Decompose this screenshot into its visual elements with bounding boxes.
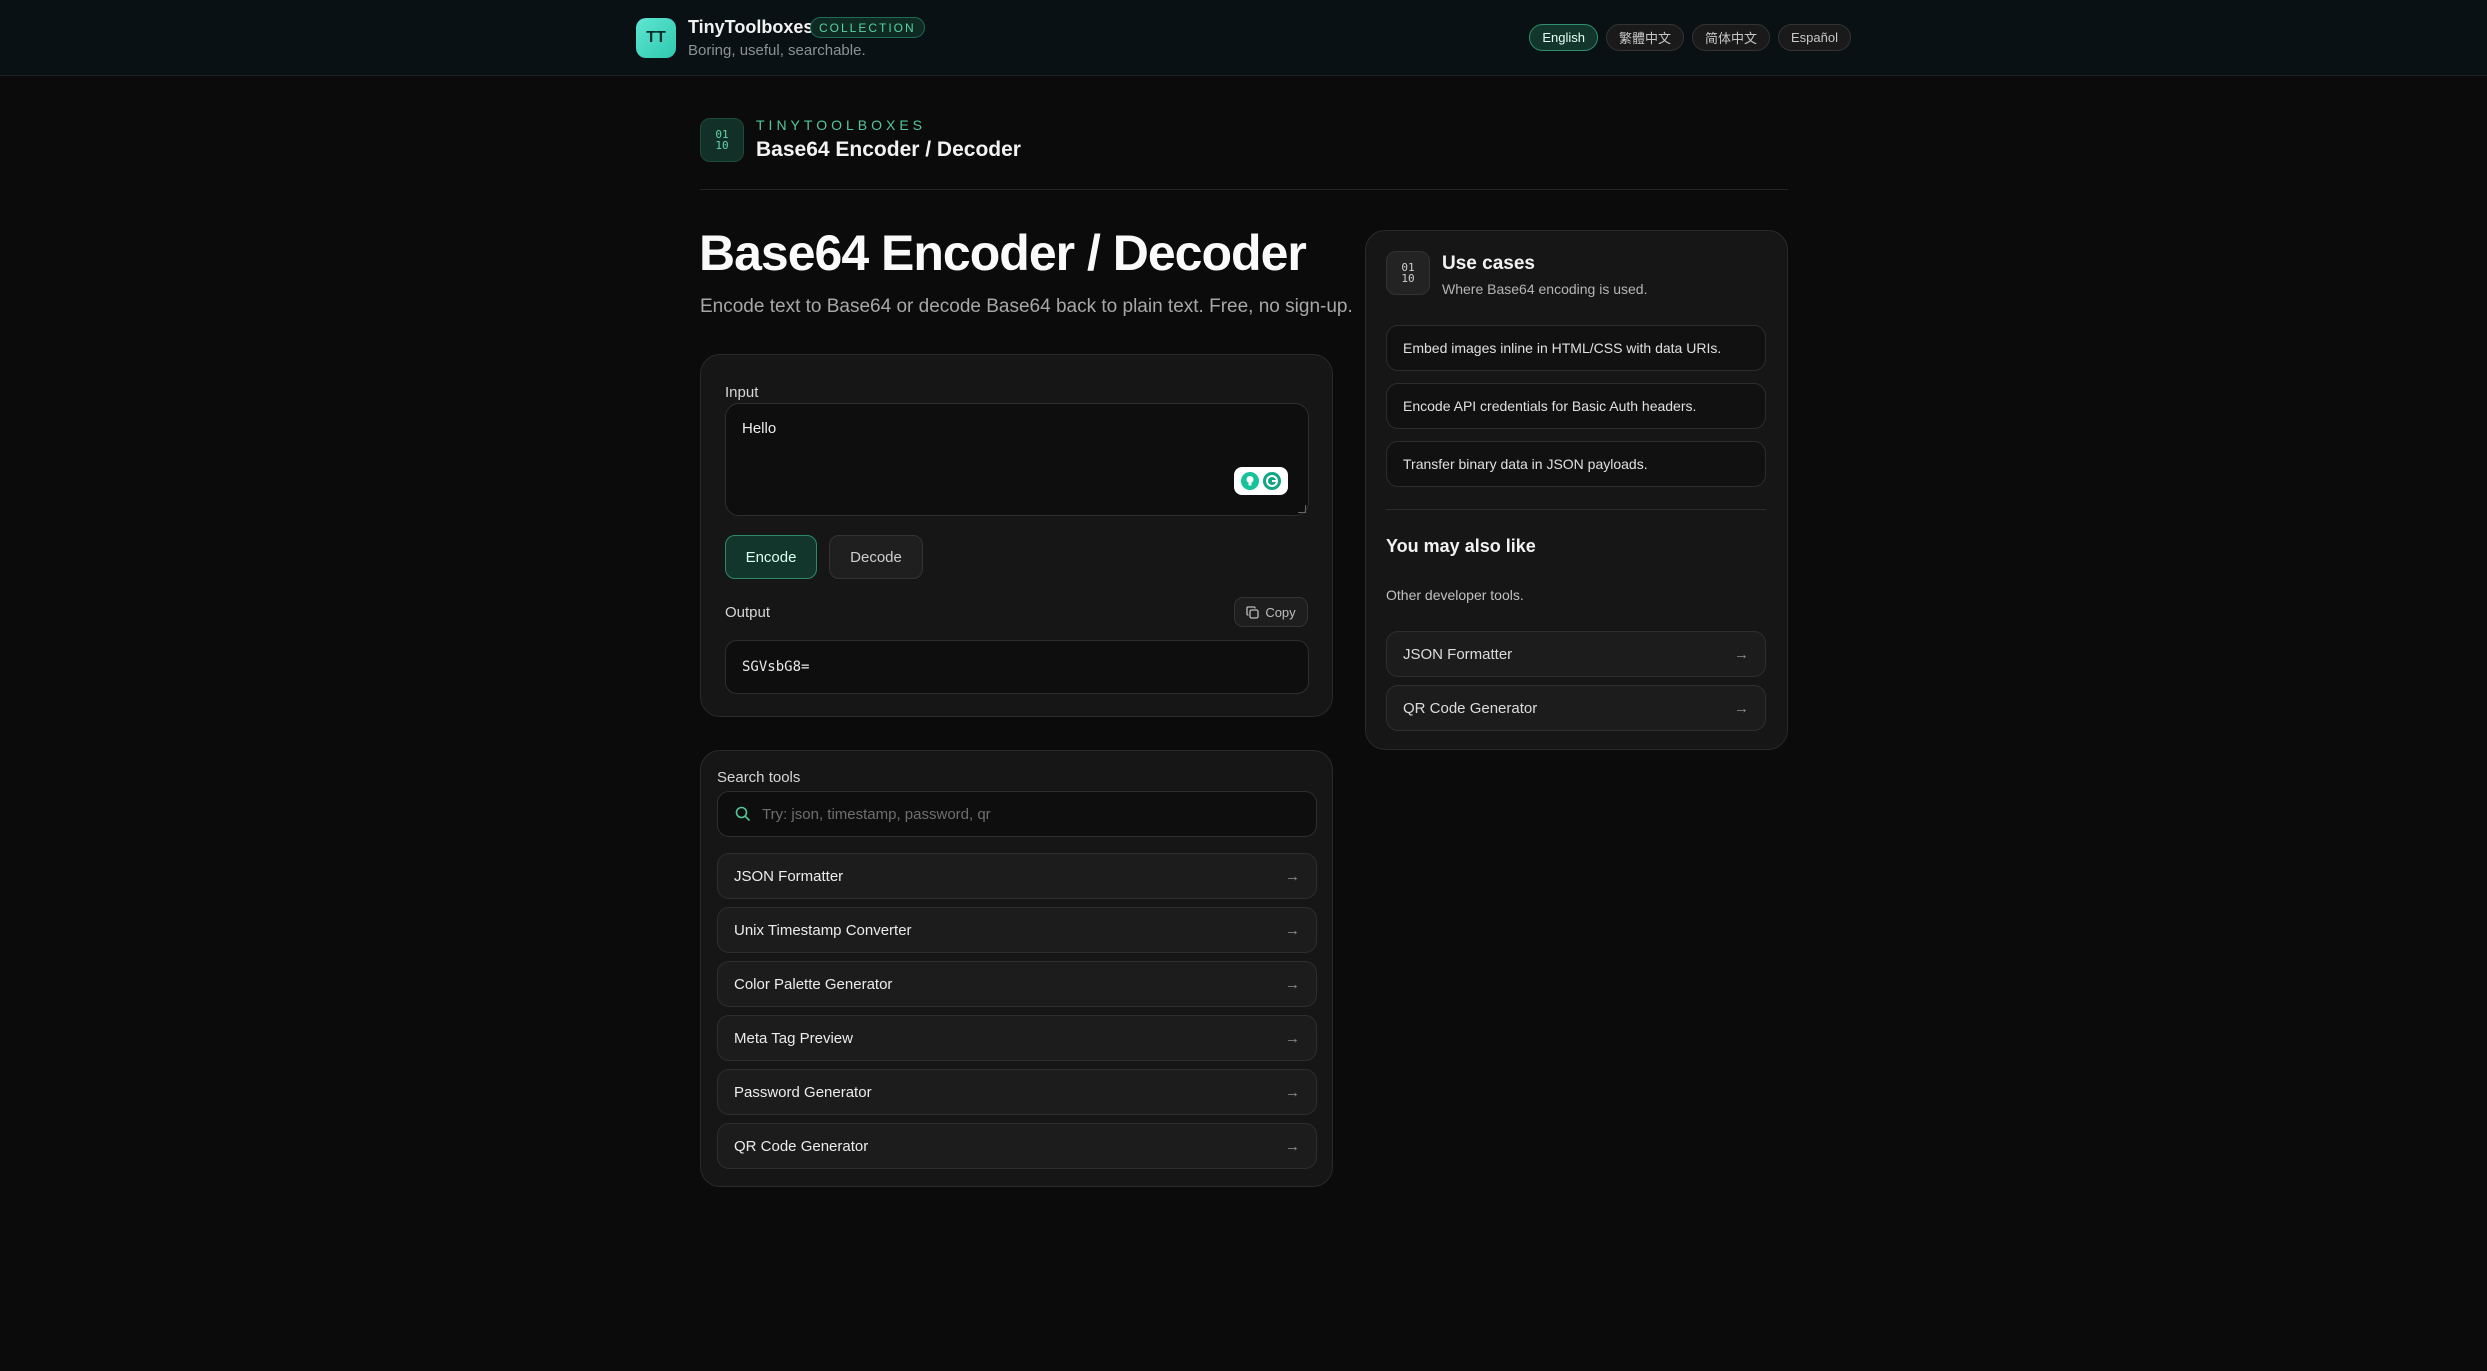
input-label: Input bbox=[725, 384, 759, 401]
search-icon bbox=[735, 806, 750, 821]
related-tool-label: QR Code Generator bbox=[1403, 699, 1538, 717]
use-cases-title: Use cases bbox=[1442, 253, 1535, 274]
header-divider bbox=[700, 189, 1788, 190]
copy-label: Copy bbox=[1265, 604, 1296, 620]
brand-logo[interactable]: TT bbox=[636, 18, 676, 58]
encoder-tool-card: Input Hello Encode Decode Output Copy SG… bbox=[700, 354, 1333, 717]
tool-item-label: Meta Tag Preview bbox=[734, 1029, 853, 1047]
input-textarea[interactable]: Hello bbox=[725, 403, 1309, 516]
copy-button[interactable]: Copy bbox=[1234, 597, 1308, 627]
breadcrumb-kicker[interactable]: TINYTOOLBOXES bbox=[756, 117, 926, 133]
tool-item-label: Password Generator bbox=[734, 1083, 872, 1101]
tool-list-item[interactable]: Unix Timestamp Converter → bbox=[717, 907, 1317, 953]
decode-button[interactable]: Decode bbox=[829, 535, 923, 579]
lang-spanish-button[interactable]: Español bbox=[1778, 24, 1851, 51]
language-switcher: English 繁體中文 简体中文 Español bbox=[1529, 24, 1851, 51]
grammarly-widget[interactable] bbox=[1234, 467, 1288, 495]
tool-list-item[interactable]: JSON Formatter → bbox=[717, 853, 1317, 899]
sidebar-divider bbox=[1386, 509, 1766, 510]
binary-icon: 01 10 bbox=[700, 118, 744, 162]
arrow-right-icon: → bbox=[1285, 867, 1300, 885]
output-label: Output bbox=[725, 604, 771, 621]
lang-english-button[interactable]: English bbox=[1529, 24, 1598, 51]
also-like-subtitle: Other developer tools. bbox=[1386, 587, 1524, 603]
related-tool-link[interactable]: QR Code Generator → bbox=[1386, 685, 1766, 731]
tool-list-item[interactable]: Color Palette Generator → bbox=[717, 961, 1317, 1007]
arrow-right-icon: → bbox=[1285, 975, 1300, 993]
use-case-item: Embed images inline in HTML/CSS with dat… bbox=[1386, 325, 1766, 371]
use-cases-subtitle: Where Base64 encoding is used. bbox=[1442, 281, 1648, 297]
brand-name[interactable]: TinyToolboxes bbox=[688, 17, 813, 38]
search-input[interactable] bbox=[762, 805, 1316, 823]
search-label: Search tools bbox=[717, 769, 801, 786]
top-navigation-bar: TT TinyToolboxes COLLECTION Boring, usef… bbox=[0, 0, 2487, 76]
tool-item-label: Color Palette Generator bbox=[734, 975, 893, 993]
resize-handle[interactable] bbox=[1298, 505, 1306, 513]
tool-list-item[interactable]: Password Generator → bbox=[717, 1069, 1317, 1115]
brand-tagline: Boring, useful, searchable. bbox=[688, 42, 866, 59]
related-tool-label: JSON Formatter bbox=[1403, 645, 1513, 663]
search-tools-card: Search tools JSON Formatter → Unix Timest… bbox=[700, 750, 1333, 1187]
arrow-right-icon: → bbox=[1285, 1137, 1300, 1155]
binary-icon: 01 10 bbox=[1386, 251, 1430, 295]
arrow-right-icon: → bbox=[1734, 699, 1749, 717]
use-case-list: Embed images inline in HTML/CSS with dat… bbox=[1386, 325, 1766, 499]
encode-button[interactable]: Encode bbox=[725, 535, 817, 579]
lightbulb-icon[interactable] bbox=[1241, 472, 1259, 490]
output-field[interactable]: SGVsbG8= bbox=[725, 640, 1309, 694]
arrow-right-icon: → bbox=[1734, 645, 1749, 663]
tool-item-label: QR Code Generator bbox=[734, 1137, 869, 1155]
page-title: Base64 Encoder / Decoder bbox=[699, 225, 1307, 281]
use-cases-sidebar: 01 10 Use cases Where Base64 encoding is … bbox=[1365, 230, 1788, 750]
arrow-right-icon: → bbox=[1285, 1083, 1300, 1101]
tool-list: JSON Formatter → Unix Timestamp Converter… bbox=[717, 853, 1317, 1177]
breadcrumb-title: Base64 Encoder / Decoder bbox=[756, 138, 1021, 161]
use-case-item: Encode API credentials for Basic Auth he… bbox=[1386, 383, 1766, 429]
collection-badge: COLLECTION bbox=[810, 17, 925, 38]
lang-simplified-chinese-button[interactable]: 简体中文 bbox=[1692, 24, 1771, 51]
lang-traditional-chinese-button[interactable]: 繁體中文 bbox=[1605, 24, 1684, 51]
input-value: Hello bbox=[742, 420, 777, 437]
related-tool-link[interactable]: JSON Formatter → bbox=[1386, 631, 1766, 677]
arrow-right-icon: → bbox=[1285, 921, 1300, 939]
also-like-list: JSON Formatter → QR Code Generator → bbox=[1386, 631, 1766, 739]
tool-item-label: JSON Formatter bbox=[734, 867, 844, 885]
arrow-right-icon: → bbox=[1285, 1029, 1300, 1047]
use-case-item: Transfer binary data in JSON payloads. bbox=[1386, 441, 1766, 487]
search-box[interactable] bbox=[717, 791, 1317, 837]
tool-list-item[interactable]: QR Code Generator → bbox=[717, 1123, 1317, 1169]
grammarly-icon[interactable] bbox=[1263, 472, 1281, 490]
also-like-title: You may also like bbox=[1386, 536, 1536, 556]
output-value: SGVsbG8= bbox=[742, 659, 810, 675]
tool-item-label: Unix Timestamp Converter bbox=[734, 921, 912, 939]
copy-icon bbox=[1246, 605, 1259, 619]
tool-list-item[interactable]: Meta Tag Preview → bbox=[717, 1015, 1317, 1061]
page-subtitle: Encode text to Base64 or decode Base64 b… bbox=[700, 296, 1353, 317]
